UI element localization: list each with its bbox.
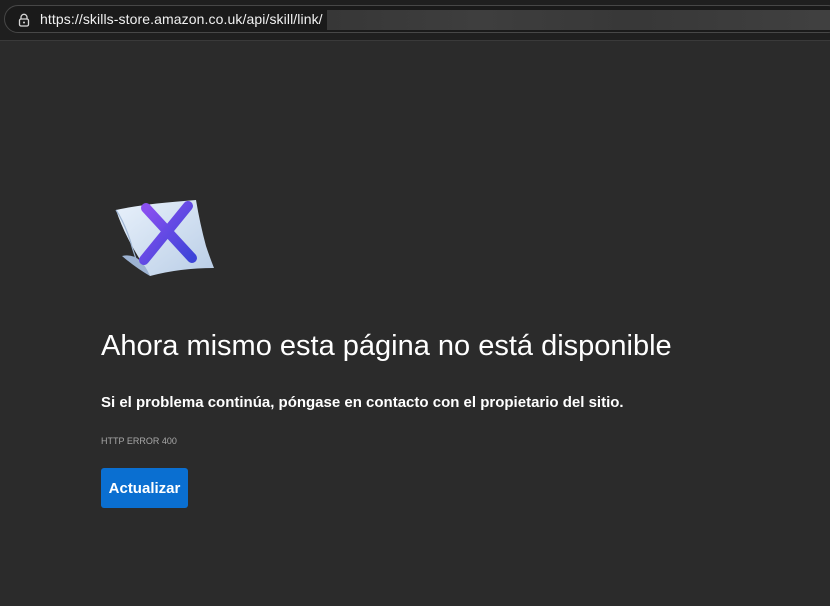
address-bar[interactable]: https://skills-store.amazon.co.uk/api/sk… <box>4 5 830 33</box>
address-url-text[interactable]: https://skills-store.amazon.co.uk/api/sk… <box>40 11 323 27</box>
error-code: HTTP ERROR 400 <box>101 436 177 446</box>
error-message: Si el problema continúa, póngase en cont… <box>101 394 624 411</box>
redacted-url-segment <box>327 10 830 30</box>
site-info-lock-icon[interactable] <box>17 13 31 27</box>
reload-button[interactable]: Actualizar <box>101 468 188 508</box>
browser-toolbar: https://skills-store.amazon.co.uk/api/sk… <box>0 0 830 41</box>
error-title: Ahora mismo esta página no está disponib… <box>101 330 672 362</box>
broken-page-x-icon <box>115 200 214 276</box>
